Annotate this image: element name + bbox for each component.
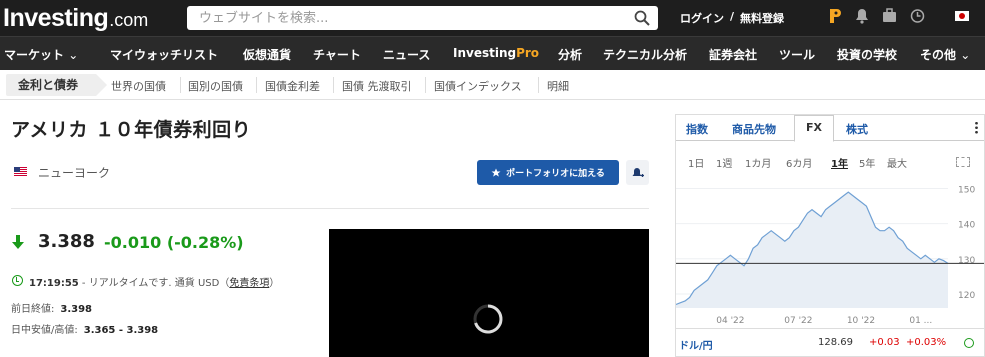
loading-spinner-icon [473, 304, 503, 334]
nav-markets[interactable]: マーケット ⌄ [4, 46, 78, 63]
search-input[interactable] [187, 6, 617, 30]
day-range: 日中安値/高値: 3.365 - 3.398 [11, 325, 159, 336]
subnav-divider [180, 77, 181, 93]
add-portfolio-label: ポートフォリオに加える [506, 169, 605, 179]
range-5y[interactable]: 5年 [859, 155, 875, 170]
subnav-rates-bonds[interactable]: 金利と債券 [6, 74, 108, 96]
x-tick-label: 07 '22 [784, 316, 812, 326]
nav-news[interactable]: ニュース [383, 46, 430, 63]
subnav-bond-forwards[interactable]: 国債 先渡取引 [342, 78, 412, 94]
x-tick-label: 01 ... [909, 316, 932, 326]
exchange-name: ニューヨーク [38, 166, 111, 180]
pair-change-pct: +0.03% [906, 337, 947, 348]
page-title: アメリカ １０年債券利回り [11, 119, 252, 141]
briefcase-icon[interactable] [882, 8, 897, 24]
nav-more[interactable]: その他 ⌄ [920, 46, 970, 63]
tab-stocks[interactable]: 株式 [846, 121, 868, 137]
pair-last: 128.69 [818, 337, 853, 348]
alert-button[interactable] [626, 160, 649, 185]
nav-technical[interactable]: テクニカル分析 [603, 46, 687, 63]
down-arrow-icon [12, 235, 24, 249]
register-link[interactable]: 無料登録 [740, 10, 784, 26]
y-tick-label: 120 [958, 291, 975, 301]
realtime-info: 17:19:55 - リアルタイムです. 通貨 USD（免責条項） [29, 278, 280, 289]
search-icon[interactable] [634, 10, 650, 26]
y-tick-label: 140 [958, 221, 975, 231]
japan-flag-icon[interactable] [955, 11, 969, 21]
subnav-world-bonds[interactable]: 世界の国債 [111, 78, 166, 94]
subnav-bond-spreads[interactable]: 国債金利差 [265, 78, 320, 94]
markets-widget: 指数 商品先物 FX 株式 1日 1週 1カ月 6カ月 1年 5年 最大 120… [675, 114, 985, 357]
nav-brokers[interactable]: 証券会社 [709, 46, 757, 63]
range-max[interactable]: 最大 [887, 155, 907, 170]
price-change: -0.010 (-0.28%) [104, 233, 244, 252]
login-link[interactable]: ログイン [680, 10, 724, 26]
header-icons [828, 8, 925, 24]
tab-commodities[interactable]: 商品先物 [732, 121, 776, 137]
auth-separator: / [730, 10, 735, 23]
y-tick-label: 150 [958, 186, 975, 196]
subnav-divider [333, 77, 334, 93]
section-divider [11, 208, 649, 209]
fx-chart: 120 130 140 150 04 '22 07 '22 10 '22 01 ... [676, 186, 984, 326]
bell-icon[interactable] [855, 8, 869, 24]
range-1w[interactable]: 1週 [716, 155, 732, 170]
range-1m[interactable]: 1カ月 [745, 155, 771, 170]
pro-badge-icon[interactable] [828, 8, 842, 24]
logo-tld: .com [109, 10, 149, 30]
tab-indices[interactable]: 指数 [686, 121, 708, 137]
realtime-clock-icon [12, 275, 23, 286]
add-portfolio-button[interactable]: ポートフォリオに加える [477, 160, 619, 185]
site-logo[interactable]: Investing .com [3, 0, 148, 36]
video-player[interactable] [329, 229, 649, 357]
main-nav: マーケット ⌄ マイウォッチリスト 仮想通貨 チャート ニュース Investi… [0, 36, 985, 70]
nav-charts[interactable]: チャート [313, 46, 361, 63]
auth-links: ログイン / 無料登録 [680, 10, 784, 26]
tab-fx[interactable]: FX [794, 115, 834, 142]
widget-tabs: 指数 商品先物 FX 株式 [676, 115, 984, 142]
nav-tools[interactable]: ツール [779, 46, 815, 63]
nav-education[interactable]: 投資の学校 [837, 46, 897, 63]
more-options-icon[interactable] [975, 121, 978, 134]
disclaimer-link[interactable]: 免責条項 [229, 278, 269, 289]
range-1d[interactable]: 1日 [688, 155, 704, 170]
pair-name[interactable]: ドル/円 [679, 337, 713, 352]
nav-watchlist[interactable]: マイウォッチリスト [110, 46, 218, 63]
x-tick-label: 10 '22 [847, 316, 875, 326]
subnav-divider [425, 77, 426, 93]
search-box [187, 6, 658, 30]
us-flag-icon [14, 167, 27, 176]
fx-pair-row[interactable]: ドル/円 128.69 +0.03 +0.03% [676, 328, 984, 356]
subnav-details[interactable]: 明細 [547, 78, 569, 94]
subnav-bond-indices[interactable]: 国債インデックス [434, 78, 522, 94]
prev-close: 前日終値: 3.398 [11, 304, 93, 315]
top-header: Investing .com ログイン / 無料登録 [0, 0, 985, 36]
last-price: 3.388 [38, 231, 95, 252]
clock-icon[interactable] [910, 8, 925, 24]
nav-analysis[interactable]: 分析 [558, 46, 582, 63]
range-1y[interactable]: 1年 [831, 155, 848, 170]
range-6m[interactable]: 6カ月 [786, 155, 812, 170]
sub-nav: 金利と債券 世界の国債 国別の国債 国債金利差 国債 先渡取引 国債インデックス… [0, 70, 985, 100]
y-tick-label: 130 [958, 256, 975, 266]
bell-plus-icon [632, 167, 644, 177]
star-icon [491, 168, 501, 177]
expand-chart-icon[interactable] [956, 157, 970, 167]
subnav-divider [538, 77, 539, 93]
subnav-country-bonds[interactable]: 国別の国債 [188, 78, 243, 94]
logo-brand: Investing [3, 4, 109, 32]
nav-crypto[interactable]: 仮想通貨 [243, 46, 291, 63]
nav-investingpro[interactable]: InvestingPro [453, 46, 539, 60]
x-tick-label: 04 '22 [716, 316, 744, 326]
pair-change: +0.03 [869, 337, 900, 348]
subnav-divider [256, 77, 257, 93]
pair-clock-icon [964, 338, 974, 348]
